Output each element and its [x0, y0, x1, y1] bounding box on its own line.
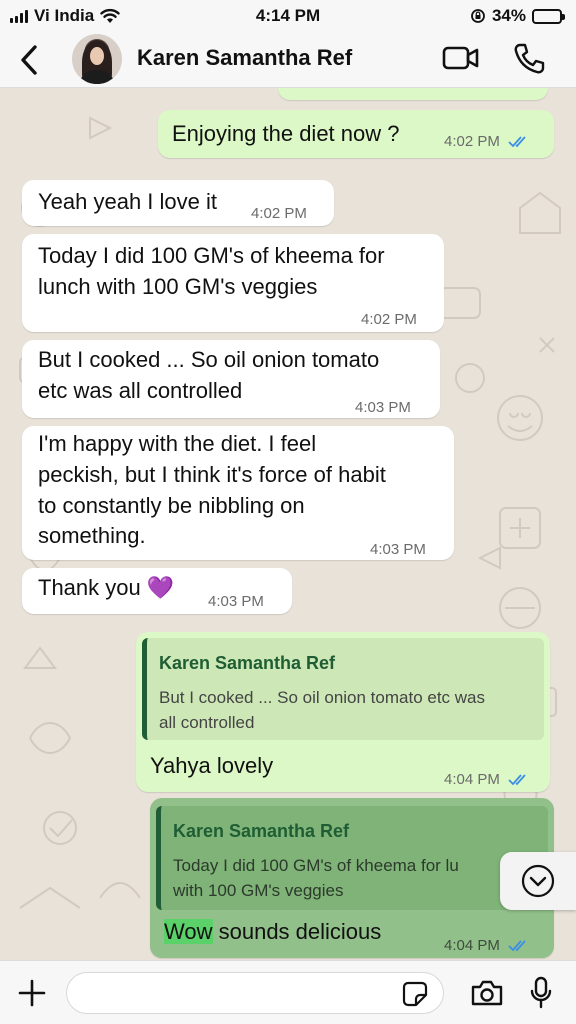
outgoing-reply-message[interactable]: Karen Samantha Ref But I cooked ... So o… — [136, 632, 550, 792]
back-chevron-icon[interactable] — [14, 42, 46, 78]
incoming-message[interactable]: Today I did 100 GM's of kheema for lunch… — [22, 234, 444, 332]
message-time: 4:02 PM — [251, 205, 307, 222]
outgoing-message[interactable]: Enjoying the diet now ? 4:02 PM — [158, 110, 554, 158]
read-ticks-icon — [508, 136, 526, 148]
chat-header: Karen Samantha Ref — [0, 32, 576, 88]
message-line: etc was all controlled — [38, 378, 243, 403]
quoted-sender: Karen Samantha Ref — [159, 653, 336, 673]
contact-name[interactable]: Karen Samantha Ref — [137, 45, 352, 71]
scroll-to-bottom-button[interactable] — [500, 852, 576, 910]
message-line: lunch with 100 GM's veggies — [38, 274, 318, 299]
incoming-message[interactable]: I'm happy with the diet. I feel peckish,… — [22, 426, 454, 560]
plus-icon[interactable] — [17, 978, 47, 1008]
message-text: Yeah yeah I love it — [38, 189, 217, 214]
battery-icon — [532, 8, 565, 24]
battery-percent: 34% — [491, 6, 526, 25]
partial-outgoing-message — [278, 88, 548, 100]
status-bar: Vi India 4:14 PM 34% — [0, 0, 576, 32]
highlighted-word: Wow — [164, 919, 213, 944]
message-time: 4:03 PM — [370, 541, 426, 558]
message-line: peckish, but I think it's force of habit — [38, 462, 386, 487]
orientation-lock-icon — [471, 9, 485, 23]
message-time: 4:03 PM — [355, 399, 411, 416]
message-time: 4:03 PM — [208, 593, 264, 610]
message-time: 4:02 PM — [444, 133, 500, 150]
message-line: to constantly be nibbling on — [38, 493, 305, 518]
message-time: 4:04 PM — [444, 937, 500, 954]
quoted-text: But I cooked ... So oil onion tomato etc… — [159, 688, 486, 732]
message-line: I'm happy with the diet. I feel — [38, 431, 317, 456]
quoted-message[interactable]: Karen Samantha Ref Today I did 100 GM's … — [156, 806, 548, 910]
read-ticks-icon — [508, 774, 526, 786]
quoted-sender: Karen Samantha Ref — [173, 821, 350, 841]
video-camera-icon[interactable] — [442, 44, 480, 72]
incoming-message[interactable]: Yeah yeah I love it 4:02 PM — [22, 180, 334, 226]
chat-area[interactable]: Enjoying the diet now ? 4:02 PM Yeah yea… — [0, 88, 576, 960]
incoming-message[interactable]: But I cooked ... So oil onion tomato etc… — [22, 340, 440, 418]
message-time: 4:04 PM — [444, 771, 500, 788]
camera-icon[interactable] — [470, 979, 504, 1007]
message-line: something. — [38, 523, 146, 548]
chevron-down-icon — [521, 864, 555, 898]
sticker-icon[interactable] — [402, 981, 428, 1007]
outgoing-reply-message-selected[interactable]: Karen Samantha Ref Today I did 100 GM's … — [150, 798, 554, 958]
message-input[interactable] — [66, 972, 444, 1014]
message-text: Thank you 💜 — [38, 575, 175, 600]
incoming-message[interactable]: Thank you 💜 4:03 PM — [22, 568, 292, 614]
microphone-icon[interactable] — [530, 976, 552, 1010]
message-text: Enjoying the diet now ? — [172, 121, 400, 146]
message-time: 4:02 PM — [361, 311, 417, 328]
input-bar — [0, 960, 576, 1024]
message-line: But I cooked ... So oil onion tomato — [38, 347, 380, 372]
message-text: Wow sounds delicious — [164, 919, 382, 944]
quoted-text: Today I did 100 GM's of kheema for lu wi… — [173, 856, 459, 900]
avatar[interactable] — [72, 34, 122, 84]
quoted-message[interactable]: Karen Samantha Ref But I cooked ... So o… — [142, 638, 544, 740]
message-text: Yahya lovely — [150, 753, 274, 778]
message-line: Today I did 100 GM's of kheema for — [38, 243, 385, 268]
read-ticks-icon — [508, 940, 526, 952]
phone-icon[interactable] — [512, 42, 546, 76]
